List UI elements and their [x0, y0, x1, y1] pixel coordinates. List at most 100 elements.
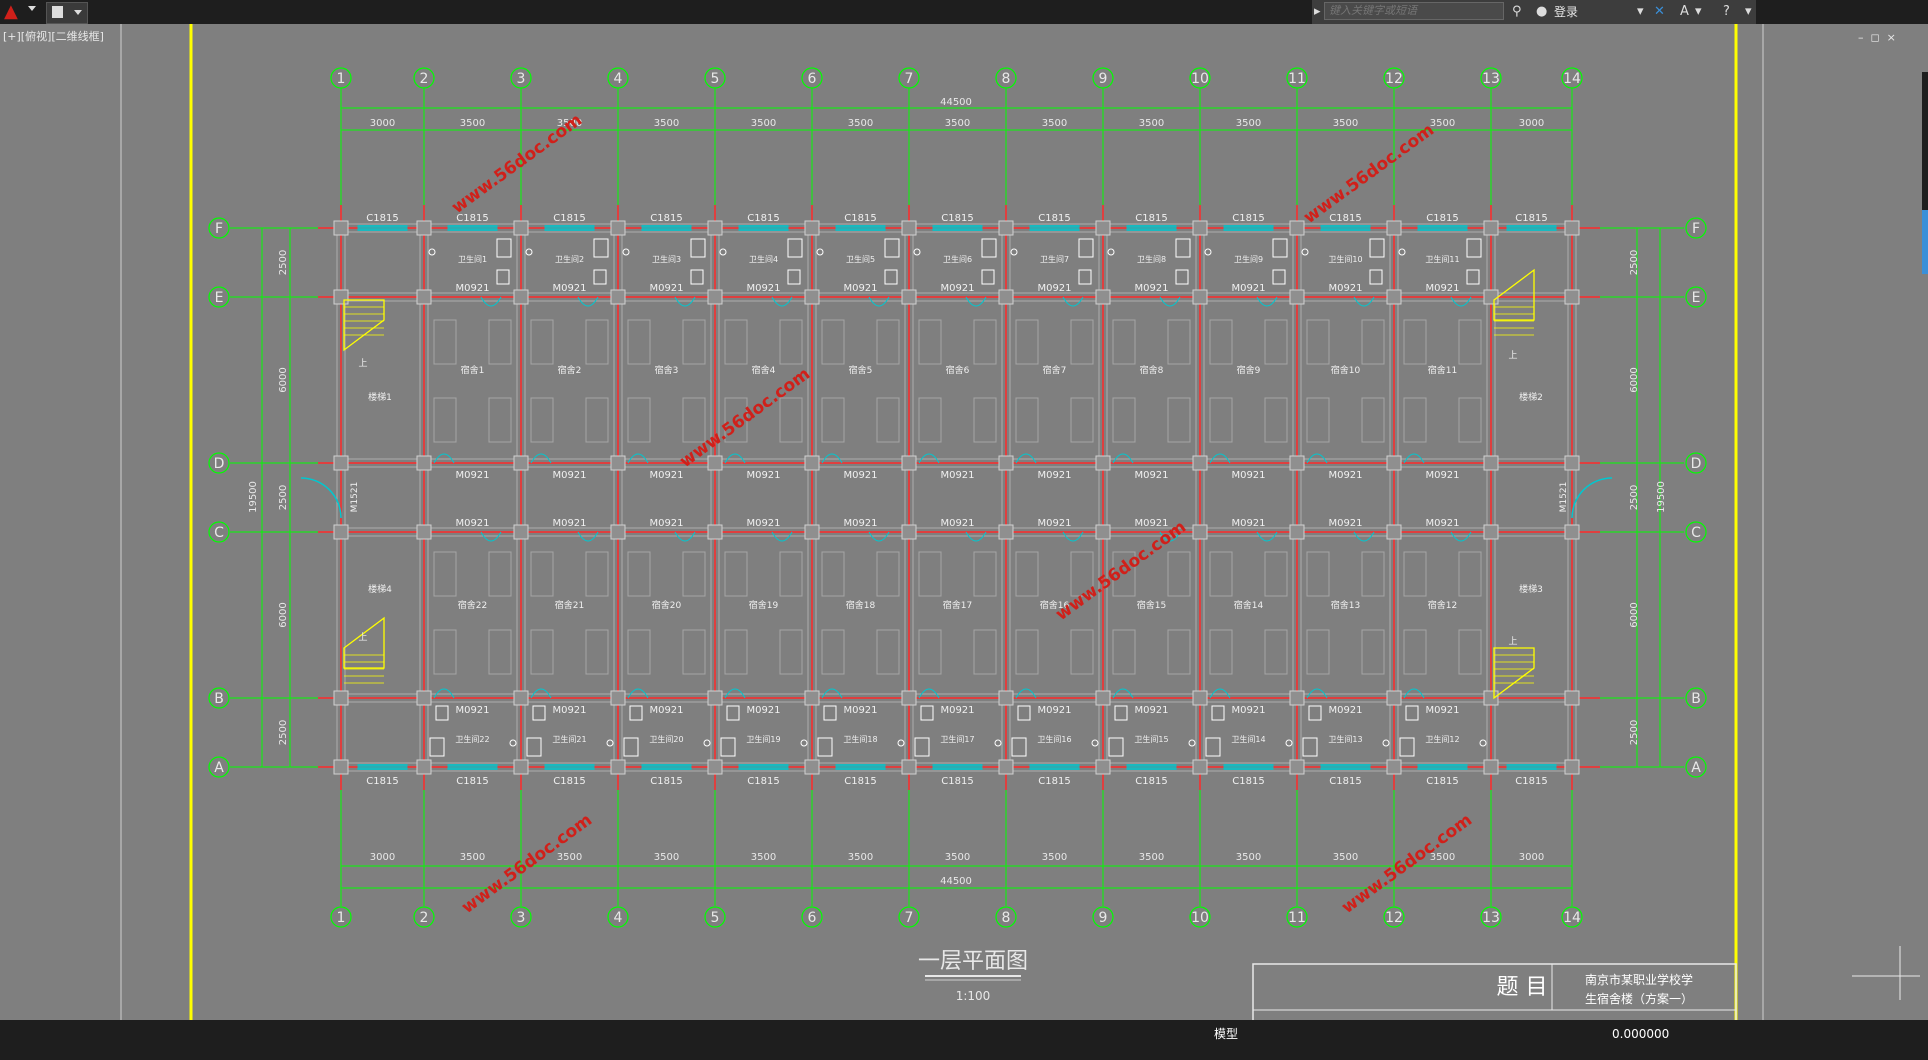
vertical-dimension: 2500: [278, 250, 289, 275]
span-dimension: 3500: [945, 118, 970, 129]
exchange-icon[interactable]: ✕: [1654, 3, 1665, 21]
bed: [433, 551, 457, 597]
structural-column: [1192, 524, 1208, 540]
toilet-label: 卫生间8: [1137, 254, 1166, 264]
toilet-seat-icon: [1272, 269, 1286, 285]
toilet-fixture-icon: [429, 737, 445, 757]
structural-column: [610, 220, 626, 236]
bed: [1167, 551, 1191, 597]
vertical-dimension: 6000: [1629, 602, 1640, 627]
watermark: www.56doc.com: [1338, 810, 1476, 918]
bed: [1458, 629, 1482, 675]
bed: [779, 397, 803, 443]
structural-column: [610, 690, 626, 706]
bed: [918, 629, 942, 675]
axis-label: 6: [808, 71, 817, 87]
door-swing: [1015, 688, 1037, 699]
axis-label: 10: [1191, 910, 1209, 926]
dorm-label: 宿舍1: [461, 364, 485, 376]
structural-column: [1289, 524, 1305, 540]
toilet-seat-icon: [629, 705, 643, 721]
span-dimension: 3500: [1236, 852, 1261, 863]
toilet-label: 卫生间20: [649, 734, 683, 744]
floor-drain-icon: [622, 248, 630, 256]
bed: [821, 629, 845, 675]
bed: [779, 551, 803, 597]
stair: [1493, 647, 1535, 700]
structural-column: [804, 690, 820, 706]
bed: [585, 629, 609, 675]
toilet-label: 卫生间10: [1328, 254, 1362, 264]
door-label: M0921: [1134, 705, 1168, 716]
axis-label: A: [1691, 760, 1701, 776]
toilet-fixture-icon: [817, 737, 833, 757]
bed: [876, 397, 900, 443]
bed: [724, 319, 748, 365]
project-title-line1: 南京市某职业学校学: [1585, 972, 1693, 987]
drawing-canvas[interactable]: 11223344556677889910101111121213131414F F…: [0, 24, 1928, 1020]
bed: [1361, 319, 1385, 365]
toilet-label: 卫生间21: [552, 734, 586, 744]
expand-arrow-icon[interactable]: ▸: [1314, 3, 1321, 21]
door-label: M0921: [552, 283, 586, 294]
door-label: M0921: [1134, 470, 1168, 481]
toilet-fixture-icon: [720, 737, 736, 757]
vertical-dimension: 6000: [278, 367, 289, 392]
window: [1417, 225, 1468, 231]
axis-label: 3: [517, 910, 526, 926]
structural-column: [416, 524, 432, 540]
door-label: M0921: [746, 470, 780, 481]
bed: [779, 319, 803, 365]
door-label: M0921: [746, 283, 780, 294]
axis-label: 8: [1002, 71, 1011, 87]
bed: [1403, 319, 1427, 365]
application-menu-button[interactable]: ▲: [2, 1, 40, 23]
span-dimension: 3500: [654, 852, 679, 863]
watermark: www.56doc.com: [676, 364, 814, 472]
dorm-label: 宿舍5: [849, 364, 873, 376]
door-swing: [1209, 688, 1231, 699]
quick-access-button[interactable]: [46, 2, 88, 24]
structural-column: [1564, 524, 1580, 540]
door-swing: [724, 688, 746, 699]
floor-drain-icon: [1107, 248, 1115, 256]
binoculars-icon[interactable]: ⚲: [1512, 3, 1522, 21]
structural-column: [1386, 289, 1402, 305]
structural-column: [513, 220, 529, 236]
dorm-label: 宿舍14: [1234, 599, 1264, 611]
door-label: M0921: [649, 705, 683, 716]
axis-label: 14: [1563, 71, 1581, 87]
help-icon[interactable]: ?: [1723, 3, 1730, 21]
door-label: M0921: [1425, 705, 1459, 716]
search-input[interactable]: [1324, 2, 1504, 20]
toilet-fixture-icon: [1011, 737, 1027, 757]
structural-column: [1564, 455, 1580, 471]
model-space-button[interactable]: 模型: [1214, 1025, 1238, 1043]
chevron-down-icon[interactable]: ▾: [1745, 3, 1752, 21]
autodesk-app-icon[interactable]: A: [1680, 3, 1689, 21]
window: [1223, 225, 1274, 231]
door-swing: [433, 688, 455, 699]
chevron-down-icon[interactable]: ▾: [1695, 3, 1702, 21]
bed: [1070, 397, 1094, 443]
structural-column: [333, 690, 349, 706]
door-swing: [1209, 453, 1231, 464]
door-swing: [674, 531, 696, 542]
scrollbar-thumb[interactable]: [1922, 210, 1928, 274]
window-label: C1815: [1038, 776, 1070, 787]
chevron-down-icon[interactable]: ▾: [1637, 3, 1644, 21]
floor-drain-icon: [525, 248, 533, 256]
login-button[interactable]: 登录: [1554, 3, 1578, 21]
axis-label: 2: [420, 71, 429, 87]
toilet-fixture-icon: [690, 238, 706, 258]
toilet-seat-icon: [1211, 705, 1225, 721]
axis-label: 1: [337, 910, 346, 926]
structural-column: [1483, 455, 1499, 471]
dorm-label: 宿舍2: [558, 364, 582, 376]
user-icon[interactable]: ●: [1536, 3, 1547, 21]
bed: [1209, 551, 1233, 597]
dorm-label: 宿舍7: [1043, 364, 1067, 376]
document-icon: [52, 6, 63, 18]
door-label: M0921: [746, 518, 780, 529]
span-dimension: 3500: [751, 118, 776, 129]
